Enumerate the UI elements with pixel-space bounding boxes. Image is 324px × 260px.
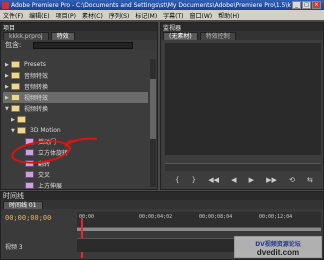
menu-bar: 文件(F) 编辑(E) 项目(P) 素材(C) 序列(S) 标记(M) 字幕(T… (0, 10, 324, 20)
timeline-timecode[interactable]: 00;00;00;00 (5, 214, 51, 222)
effects-scrollbar[interactable] (150, 59, 156, 187)
watermark-logo: DV视频资源论坛 dvedit.com (234, 236, 322, 258)
tree-item[interactable]: ▶ (3, 114, 148, 125)
timeline-header: 时间线 (1, 192, 323, 200)
folder-icon (17, 127, 26, 134)
panel-header: 项目 (1, 23, 157, 32)
tree-item-label: 视频特效 (24, 95, 49, 102)
fx-icon (25, 182, 34, 189)
menu-sequence[interactable]: 序列(S) (106, 11, 133, 20)
tree-item-label: Presets (24, 61, 46, 68)
effects-tree: ▶ Presets ▶ 音频特效 ▶ 音频转换 ▶ 视频特效 ▼ 视频转换 ▶ ▼ 3D Motion 摇… (3, 59, 148, 191)
fx-icon (25, 171, 34, 178)
tree-item[interactable]: ▼ 视频转换 (3, 103, 148, 114)
loop-icon[interactable]: ⟲ (289, 176, 295, 184)
window-title-bar: Adobe Premiere Pro - C:\Documents and Se… (0, 0, 324, 10)
folder-icon (11, 94, 20, 101)
tree-item[interactable]: 上方伸展 (3, 180, 148, 191)
watermark-line1: DV视频资源论坛 (255, 241, 301, 248)
menu-window[interactable]: 窗口(W) (187, 11, 216, 20)
tab-row: kkkk.prproj 特效 (1, 31, 157, 40)
ruler-tick-label: 00;00;08;04 (199, 214, 233, 220)
close-button[interactable]: × (312, 1, 321, 9)
tab-project[interactable]: kkkk.prproj (3, 32, 49, 40)
forward-icon[interactable]: ▶▶ (266, 176, 277, 184)
folder-icon (11, 105, 20, 112)
tree-item[interactable]: ▶ 音频转换 (3, 81, 148, 92)
folder-icon (11, 61, 20, 68)
tree-item-label: 上方伸展 (38, 183, 63, 190)
menu-edit[interactable]: 编辑(E) (26, 11, 52, 20)
effects-panel: 项目 kkkk.prproj 特效 包含: ▶ Presets ▶ 音频特效 ▶ 音频转换… (0, 22, 158, 190)
menu-project[interactable]: 项目(P) (53, 11, 79, 20)
menu-help[interactable]: 帮助(H) (215, 11, 242, 20)
premiere-app-icon (2, 1, 9, 9)
effects-search-input[interactable] (33, 41, 134, 49)
scrollbar-thumb[interactable] (150, 79, 156, 139)
tree-item-label: 3D Motion (30, 127, 61, 134)
tab-effect-controls[interactable]: 特效控制 (199, 32, 236, 40)
ruler-tick-label: 00;00;04;02 (139, 214, 173, 220)
tree-item-label: 音频转换 (24, 84, 49, 91)
maximize-button[interactable]: □ (302, 1, 311, 9)
tree-item[interactable]: ▶ Presets (3, 59, 148, 70)
menu-title[interactable]: 字幕(T) (160, 11, 186, 20)
monitor-screen (165, 43, 321, 155)
folder-icon (17, 116, 26, 123)
tree-item[interactable]: ▶ 音频特效 (3, 70, 148, 81)
tree-item[interactable]: 交叉 (3, 169, 148, 180)
folder-icon (11, 83, 20, 90)
monitor-tab-row: (无素材) 特效控制 (161, 31, 323, 40)
red-arrow-annotation (64, 137, 98, 149)
search-row: 包含: (1, 40, 157, 50)
tree-item[interactable]: ▶ 视频特效 (3, 92, 148, 103)
window-title: Adobe Premiere Pro - C:\Documents and Se… (11, 1, 291, 9)
minimize-button[interactable]: _ (292, 1, 301, 9)
tab-effects[interactable]: 特效 (50, 32, 75, 40)
step-back-icon[interactable]: ◀◀ (208, 176, 219, 184)
watermark-line2: dvedit.com (256, 248, 300, 257)
folder-icon (11, 72, 20, 79)
toggle-icon[interactable]: ⇆ (307, 176, 313, 184)
tab-timeline-01[interactable]: 时间线 01 (3, 201, 43, 209)
menu-file[interactable]: 文件(F) (0, 11, 26, 20)
timeline-ruler[interactable]: 00;00 00;00;04;02 00;00;08;04 00;00;12;0… (77, 212, 321, 228)
tab-no-clip[interactable]: (无素材) (163, 32, 198, 40)
track-label: 视频 3 (5, 244, 23, 251)
work-area-bar[interactable] (77, 228, 321, 231)
mark-in-button[interactable]: { (175, 176, 179, 184)
menu-clip[interactable]: 素材(C) (79, 11, 106, 20)
tree-item-label: 音频特效 (24, 73, 49, 80)
menu-marker[interactable]: 标记(M) (132, 11, 160, 20)
tree-item-label: 交叉 (38, 172, 51, 179)
monitor-header: 监视器 (161, 23, 323, 32)
tree-item-label: 视频转换 (24, 106, 49, 113)
monitor-time-ruler[interactable] (165, 163, 321, 171)
play-icon[interactable]: ▶ (249, 176, 254, 184)
monitor-panel: 监视器 (无素材) 特效控制 { } ◀◀ ◀ ▶ ▶▶ ⟲ ⇆ (160, 22, 324, 190)
search-label: 包含: (5, 41, 22, 49)
mark-out-button[interactable]: } (192, 176, 196, 184)
rewind-icon[interactable]: ◀ (231, 176, 236, 184)
transport-controls: { } ◀◀ ◀ ▶ ▶▶ ⟲ ⇆ (169, 173, 319, 187)
ruler-tick-label: 00;00;12;04 (259, 214, 293, 220)
timeline-tab-row: 时间线 01 (1, 200, 323, 209)
